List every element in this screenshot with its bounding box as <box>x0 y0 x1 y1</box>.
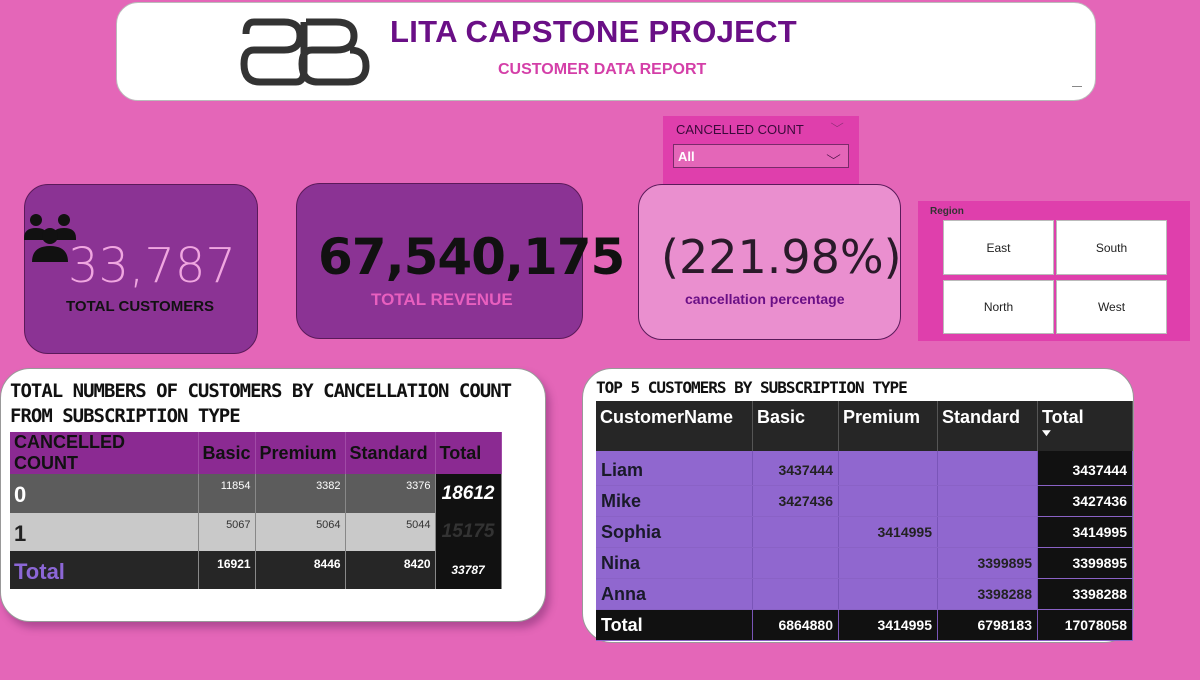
customer-name: Sophia <box>596 516 753 548</box>
column-header[interactable]: CANCELLED COUNT <box>10 432 199 474</box>
table-cell: 3427436 <box>752 485 839 517</box>
grand-total: 17078058 <box>1037 609 1133 641</box>
column-header[interactable]: Standard <box>937 401 1038 451</box>
table-cell: 16921 <box>198 551 256 589</box>
page-subtitle: CUSTOMER DATA REPORT <box>498 61 707 78</box>
total-revenue-value: 67,540,175 <box>318 228 625 286</box>
table-cell: 3414995 <box>838 516 938 548</box>
row-total: 3398288 <box>1037 578 1133 610</box>
row-label: 1 <box>10 513 199 551</box>
table-cell <box>937 485 1038 517</box>
header-divider <box>1072 86 1082 87</box>
row-total: 3427436 <box>1037 485 1133 517</box>
total-customers-label: TOTAL CUSTOMERS <box>66 298 215 315</box>
table-cell: 3437444 <box>752 451 839 486</box>
table-cell: 6798183 <box>937 609 1038 641</box>
table-row[interactable]: Sophia 3414995 3414995 <box>596 516 1133 548</box>
cancellation-percentage-label: cancellation percentage <box>685 291 845 307</box>
row-total: 15175 <box>435 513 502 551</box>
cancellation-percentage-value: (221.98%) <box>661 230 902 284</box>
slicer-selected-value[interactable]: All <box>678 149 695 164</box>
chevron-down-icon[interactable]: ⌵ <box>830 118 843 131</box>
table-cell <box>838 578 938 610</box>
column-header[interactable]: CustomerName <box>596 401 753 451</box>
table-cell: 3382 <box>255 474 346 513</box>
customer-name: Liam <box>596 451 753 486</box>
table-cell <box>937 516 1038 548</box>
table-cell <box>752 578 839 610</box>
table-cell: 3398288 <box>937 578 1038 610</box>
table-row[interactable]: Anna 3398288 3398288 <box>596 578 1133 610</box>
cancellation-table-title: TOTAL NUMBERS OF CUSTOMERS BY CANCELLATI… <box>10 380 512 427</box>
region-tile-south[interactable]: South <box>1056 220 1167 275</box>
top-customers-table: CustomerName Basic Premium Standard Tota… <box>596 401 1133 641</box>
region-tile-west[interactable]: West <box>1056 280 1167 334</box>
row-total: 3437444 <box>1037 451 1133 486</box>
table-cell: 8420 <box>345 551 436 589</box>
table-cell <box>937 451 1038 486</box>
column-header-total[interactable]: Total ▼ <box>1037 401 1133 451</box>
slicer-dropdown[interactable] <box>673 144 849 168</box>
table-cell: 5067 <box>198 513 256 551</box>
customer-name: Nina <box>596 547 753 579</box>
row-label: Total <box>10 551 199 589</box>
column-header[interactable]: Premium <box>838 401 938 451</box>
chevron-down-icon[interactable]: ⌵ <box>826 148 841 163</box>
row-total: 3414995 <box>1037 516 1133 548</box>
top-customers-title: TOP 5 CUSTOMERS BY SUBSCRIPTION TYPE <box>596 378 908 397</box>
grand-total: 33787 <box>435 551 502 589</box>
table-row[interactable]: Nina 3399895 3399895 <box>596 547 1133 579</box>
table-cell: 11854 <box>198 474 256 513</box>
table-cell: 6864880 <box>752 609 839 641</box>
logo-bb <box>240 18 370 86</box>
total-customers-value: 33,787 <box>68 238 236 294</box>
row-label: Total <box>596 609 753 641</box>
region-tile-east[interactable]: East <box>943 220 1054 275</box>
table-total-row[interactable]: Total 6864880 3414995 6798183 17078058 <box>596 609 1133 641</box>
customer-name: Mike <box>596 485 753 517</box>
table-cell <box>752 516 839 548</box>
table-cell: 8446 <box>255 551 346 589</box>
table-cell <box>838 547 938 579</box>
column-header[interactable]: Total <box>435 432 502 474</box>
table-cell <box>752 547 839 579</box>
sort-desc-icon[interactable]: ▼ <box>1039 428 1057 439</box>
table-row[interactable]: Mike 3427436 3427436 <box>596 485 1133 517</box>
column-header[interactable]: Basic <box>752 401 839 451</box>
column-header-label: Total <box>1042 407 1084 427</box>
page-title: LITA CAPSTONE PROJECT <box>390 14 798 49</box>
row-total: 18612 <box>435 474 502 513</box>
region-slicer-title: Region <box>930 206 964 217</box>
column-header[interactable]: Premium <box>255 432 346 474</box>
table-cell: 5044 <box>345 513 436 551</box>
customer-name: Anna <box>596 578 753 610</box>
row-total: 3399895 <box>1037 547 1133 579</box>
table-cell <box>838 485 938 517</box>
table-row[interactable]: Liam 3437444 3437444 <box>596 451 1133 486</box>
table-cell: 3399895 <box>937 547 1038 579</box>
total-revenue-label: TOTAL REVENUE <box>371 290 513 309</box>
table-cell: 3414995 <box>838 609 938 641</box>
table-cell <box>838 451 938 486</box>
column-header[interactable]: Basic <box>198 432 256 474</box>
table-row[interactable]: 0 11854 3382 3376 18612 <box>10 474 502 513</box>
table-cell: 5064 <box>255 513 346 551</box>
table-row[interactable]: 1 5067 5064 5044 15175 <box>10 513 502 551</box>
table-cell: 3376 <box>345 474 436 513</box>
table-total-row[interactable]: Total 16921 8446 8420 33787 <box>10 551 502 589</box>
column-header[interactable]: Standard <box>345 432 436 474</box>
row-label: 0 <box>10 474 199 513</box>
region-tile-north[interactable]: North <box>943 280 1054 334</box>
slicer-title: CANCELLED COUNT <box>676 122 804 137</box>
cancellation-matrix: CANCELLED COUNT Basic Premium Standard T… <box>10 432 502 589</box>
